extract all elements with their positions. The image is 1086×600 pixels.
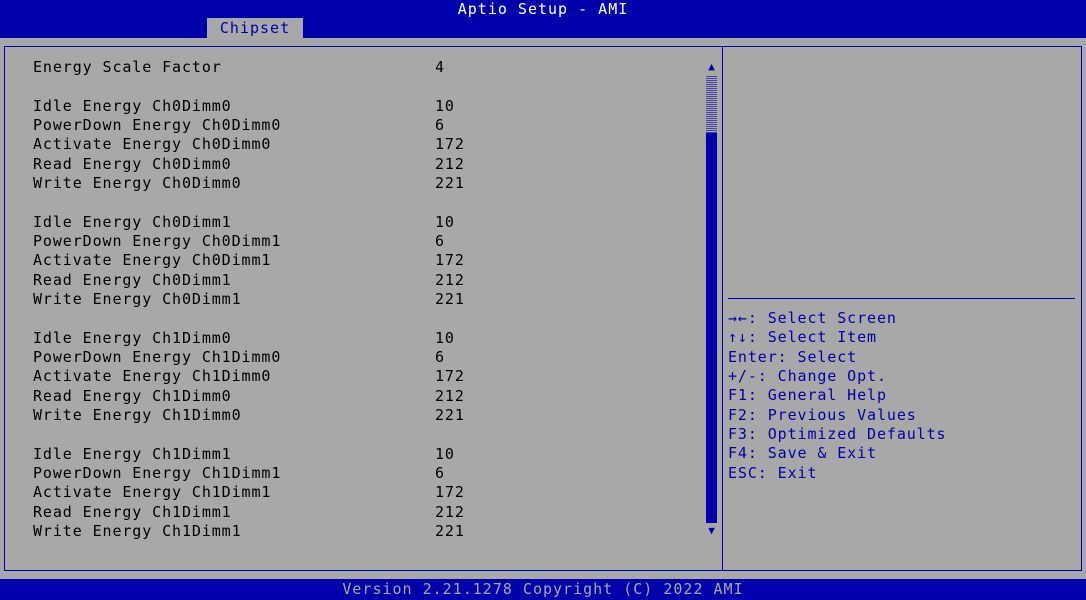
app-title: Aptio Setup - AMI xyxy=(457,0,629,18)
setting-label[interactable]: Activate Energy Ch1Dimm1 xyxy=(33,483,271,502)
setting-value: 10 xyxy=(435,213,455,231)
setting-label[interactable]: Write Energy Ch1Dimm1 xyxy=(33,522,242,541)
setting-label[interactable]: Activate Energy Ch0Dimm0 xyxy=(33,135,271,154)
help-item: F4: Save & Exit xyxy=(728,444,877,462)
scrollbar-thumb[interactable] xyxy=(706,133,717,523)
setting-value: 6 xyxy=(435,232,445,250)
help-panel: →←: Select Screen ↑↓: Select Item Enter:… xyxy=(722,46,1082,571)
setting-value: 212 xyxy=(435,503,465,521)
setting-label[interactable]: Read Energy Ch0Dimm1 xyxy=(33,271,232,290)
setting-value: 10 xyxy=(435,329,455,347)
help-item: →←: Select Screen xyxy=(728,309,897,327)
setting-value: 6 xyxy=(435,464,445,482)
setting-value: 4 xyxy=(435,58,445,76)
setting-label[interactable]: Activate Energy Ch0Dimm1 xyxy=(33,251,271,270)
setting-value: 212 xyxy=(435,155,465,173)
help-item: F3: Optimized Defaults xyxy=(728,425,947,443)
setting-value: 212 xyxy=(435,387,465,405)
setting-label[interactable]: Idle Energy Ch1Dimm0 xyxy=(33,329,232,348)
setting-label[interactable]: Read Energy Ch1Dimm1 xyxy=(33,503,232,522)
setting-label[interactable]: Activate Energy Ch1Dimm0 xyxy=(33,367,271,386)
setting-label[interactable]: Write Energy Ch0Dimm0 xyxy=(33,174,242,193)
setting-label[interactable]: Idle Energy Ch1Dimm1 xyxy=(33,445,232,464)
setting-value: 221 xyxy=(435,174,465,192)
setting-label[interactable]: Write Energy Ch1Dimm0 xyxy=(33,406,242,425)
scroll-down-icon[interactable]: ▼ xyxy=(706,525,717,537)
setting-label[interactable]: Read Energy Ch1Dimm0 xyxy=(33,387,232,406)
help-item: F2: Previous Values xyxy=(728,406,917,424)
setting-label[interactable]: PowerDown Energy Ch0Dimm1 xyxy=(33,232,281,251)
setting-value: 172 xyxy=(435,135,465,153)
scroll-up-icon[interactable]: ▲ xyxy=(706,61,717,73)
setting-value: 221 xyxy=(435,290,465,308)
setting-label[interactable]: Idle Energy Ch0Dimm0 xyxy=(33,97,232,116)
help-item: F1: General Help xyxy=(728,386,887,404)
setting-value: 6 xyxy=(435,116,445,134)
setting-value: 221 xyxy=(435,522,465,540)
help-item: ↑↓: Select Item xyxy=(728,328,877,346)
setting-value: 10 xyxy=(435,445,455,463)
setting-label[interactable]: Read Energy Ch0Dimm0 xyxy=(33,155,232,174)
setting-label[interactable]: PowerDown Energy Ch1Dimm1 xyxy=(33,464,281,483)
help-divider xyxy=(728,298,1075,299)
setting-value: 10 xyxy=(435,97,455,115)
tab-chipset[interactable]: Chipset xyxy=(207,18,303,38)
setting-value: 172 xyxy=(435,367,465,385)
setting-value: 6 xyxy=(435,348,445,366)
scrollbar-grip xyxy=(706,75,717,133)
setting-value: 212 xyxy=(435,271,465,289)
title-bar: Aptio Setup - AMI Chipset xyxy=(0,0,1086,38)
setting-label[interactable]: Idle Energy Ch0Dimm1 xyxy=(33,213,232,232)
help-item: +/-: Change Opt. xyxy=(728,367,887,385)
version-footer: Version 2.21.1278 Copyright (C) 2022 AMI xyxy=(0,579,1086,600)
setting-label[interactable]: Write Energy Ch0Dimm1 xyxy=(33,290,242,309)
setting-label[interactable]: Energy Scale Factor xyxy=(33,58,222,77)
setting-label[interactable]: PowerDown Energy Ch1Dimm0 xyxy=(33,348,281,367)
settings-panel: Energy Scale Factor 4 Idle Energy Ch0Dim… xyxy=(4,46,723,571)
setting-value: 172 xyxy=(435,251,465,269)
setting-label[interactable]: PowerDown Energy Ch0Dimm0 xyxy=(33,116,281,135)
setting-value: 172 xyxy=(435,483,465,501)
help-item: Enter: Select xyxy=(728,348,858,366)
help-item: ESC: Exit xyxy=(728,464,818,482)
setting-value: 221 xyxy=(435,406,465,424)
